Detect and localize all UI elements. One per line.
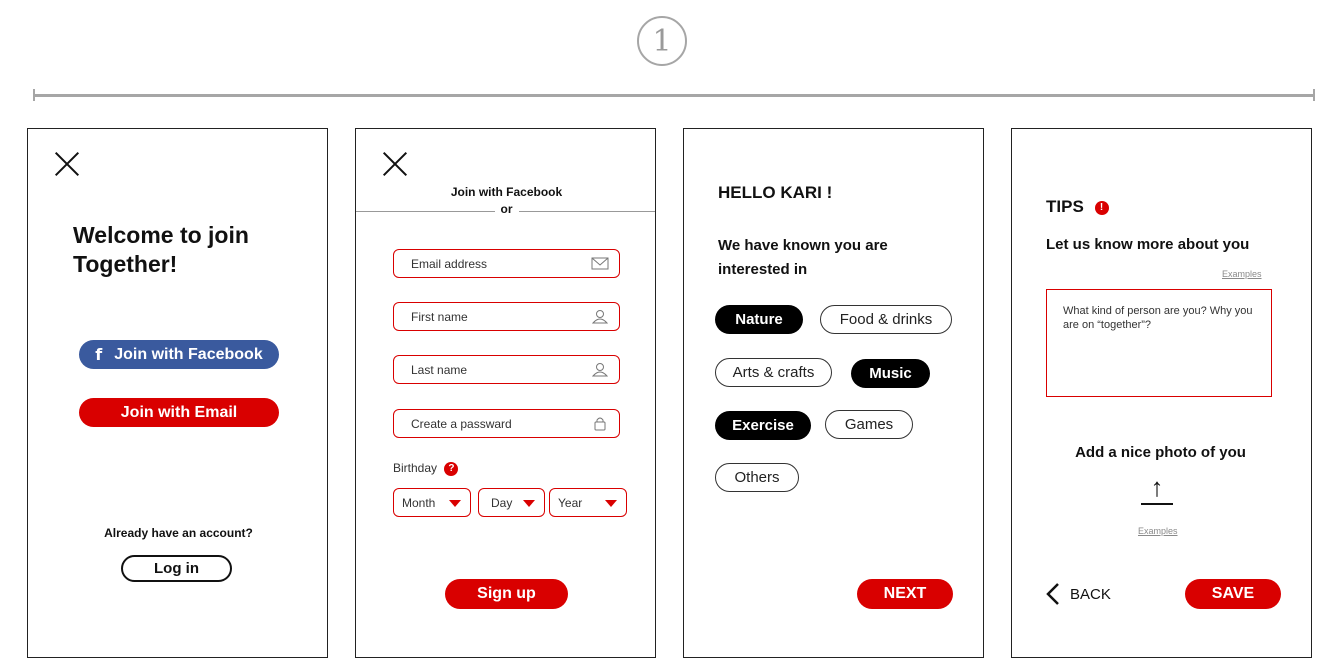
interests-screen: HELLO KARI ! We have known you are inter… <box>683 128 984 658</box>
month-value: Month <box>402 495 436 510</box>
tips-title: TIPS <box>1046 197 1084 216</box>
tips-title-row: TIPS ! <box>1046 197 1109 217</box>
back-button[interactable]: BACK <box>1046 581 1111 607</box>
or-label: or <box>500 202 513 216</box>
upload-baseline <box>1141 503 1173 505</box>
welcome-title: Welcome to join Together! <box>73 222 249 277</box>
chevron-down-icon <box>449 500 461 507</box>
interests-subtitle: We have known you are interested in <box>718 237 888 278</box>
back-label: BACK <box>1070 585 1111 603</box>
interest-tag-arts-crafts[interactable]: Arts & crafts <box>715 358 832 387</box>
interest-tag-music[interactable]: Music <box>851 359 930 388</box>
email-field-placeholder: Email address <box>411 256 488 271</box>
welcome-screen: Welcome to join Together! f Join with Fa… <box>27 128 328 658</box>
user-icon <box>591 363 609 377</box>
user-icon <box>591 310 609 324</box>
day-value: Day <box>491 495 513 510</box>
facebook-icon: f <box>95 345 103 364</box>
chevron-left-icon <box>1046 583 1059 605</box>
signup-form-screen: Join with Facebook or Email address Firs… <box>355 128 656 658</box>
first-name-field[interactable]: First name <box>393 302 620 331</box>
month-select[interactable]: Month <box>393 488 471 517</box>
close-icon[interactable] <box>382 151 408 177</box>
tips-screen: TIPS ! Let us know more about you Exampl… <box>1011 128 1312 658</box>
about-textarea[interactable]: What kind of person are you? Why you are… <box>1046 289 1272 397</box>
birthday-label-text: Birthday <box>393 461 438 475</box>
last-name-field[interactable]: Last name <box>393 355 620 384</box>
password-field[interactable]: Create a passward <box>393 409 620 438</box>
account-prompt: Already have an account? <box>104 526 253 540</box>
interest-tag-exercise[interactable]: Exercise <box>715 411 811 440</box>
birthday-help-icon[interactable]: ? <box>444 461 459 476</box>
first-name-placeholder: First name <box>411 309 468 324</box>
upload-arrow-icon: ↑ <box>1150 472 1164 502</box>
alert-icon: ! <box>1094 200 1109 215</box>
join-facebook-link[interactable]: Join with Facebook <box>356 185 655 199</box>
birthday-label: Birthday ? <box>393 461 459 476</box>
step-number-badge: 1 <box>637 16 687 66</box>
about-heading: Let us know more about you <box>1046 236 1250 253</box>
join-facebook-label: Join with Facebook <box>114 345 263 363</box>
envelope-icon <box>591 257 609 270</box>
progress-line <box>33 89 1315 101</box>
divider-right <box>519 211 655 212</box>
upload-photo-button[interactable]: ↑ <box>1141 472 1173 505</box>
examples-link-top[interactable]: Examples <box>1222 269 1262 279</box>
login-button[interactable]: Log in <box>121 555 232 582</box>
examples-link-bottom[interactable]: Examples <box>1138 526 1178 536</box>
line-start-tick <box>33 89 35 101</box>
save-button[interactable]: SAVE <box>1185 579 1281 609</box>
email-field[interactable]: Email address <box>393 249 620 278</box>
interest-tag-others[interactable]: Others <box>715 463 799 492</box>
lock-icon <box>594 417 606 431</box>
about-textarea-placeholder: What kind of person are you? Why you are… <box>1063 305 1253 331</box>
year-value: Year <box>558 495 583 510</box>
join-email-button[interactable]: Join with Email <box>79 398 279 427</box>
last-name-placeholder: Last name <box>411 362 468 377</box>
signup-button[interactable]: Sign up <box>445 579 568 609</box>
close-icon[interactable] <box>54 151 80 177</box>
next-button[interactable]: NEXT <box>857 579 953 609</box>
interest-tag-nature[interactable]: Nature <box>715 305 803 334</box>
year-select[interactable]: Year <box>549 488 627 517</box>
password-placeholder: Create a passward <box>411 416 512 431</box>
interest-tag-games[interactable]: Games <box>825 410 913 439</box>
interest-tag-food-drinks[interactable]: Food & drinks <box>820 305 952 334</box>
day-select[interactable]: Day <box>478 488 545 517</box>
chevron-down-icon <box>523 500 535 507</box>
photo-heading: Add a nice photo of you <box>1075 444 1246 461</box>
chevron-down-icon <box>605 500 617 507</box>
join-facebook-button[interactable]: f Join with Facebook <box>79 340 279 369</box>
line-end-tick <box>1313 89 1315 101</box>
greeting-title: HELLO KARI ! <box>718 183 833 202</box>
